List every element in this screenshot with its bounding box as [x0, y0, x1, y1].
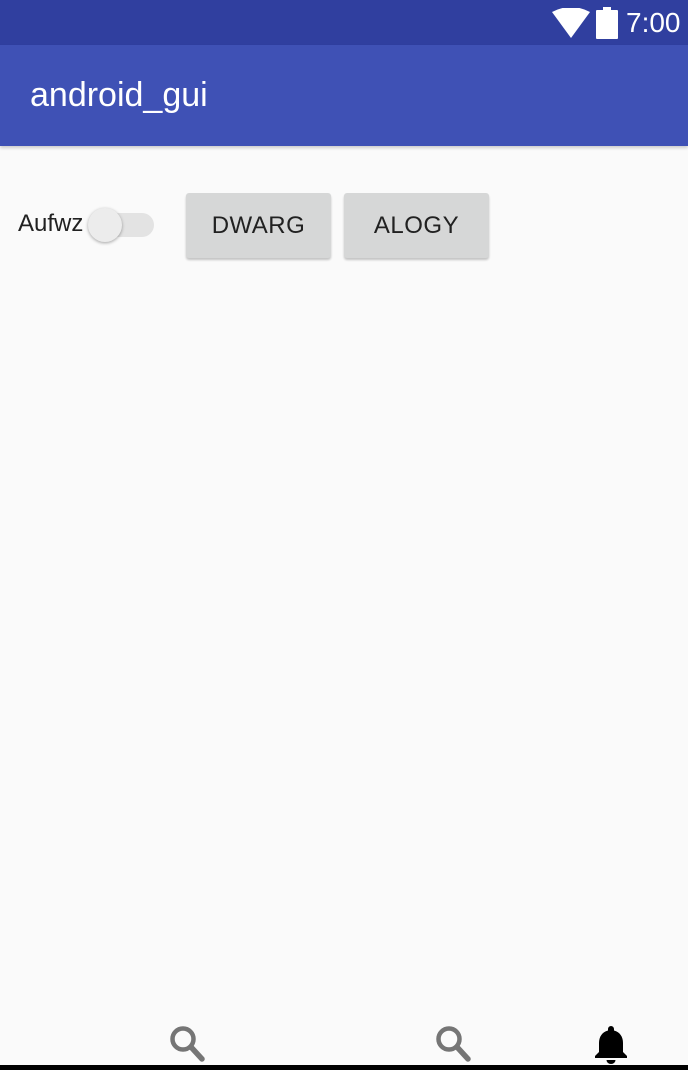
- status-time: 7:00: [626, 7, 681, 38]
- status-bar: 7:00: [0, 0, 688, 45]
- bottom-navigation: [0, 1020, 688, 1065]
- toggle-switch[interactable]: [88, 208, 154, 242]
- bell-icon[interactable]: [592, 1024, 630, 1064]
- search-icon[interactable]: [434, 1024, 472, 1064]
- screen-bottom-edge: [0, 1065, 688, 1070]
- app-bar: android_gui: [0, 45, 688, 146]
- battery-icon: [596, 7, 618, 39]
- app-title: android_gui: [30, 76, 208, 114]
- search-icon[interactable]: [168, 1024, 206, 1064]
- switch-label: Aufwz: [18, 210, 84, 237]
- wifi-icon: [552, 8, 590, 38]
- alogy-button[interactable]: ALOGY: [344, 193, 489, 258]
- switch-thumb: [88, 208, 122, 242]
- dwarg-button[interactable]: DWARG: [186, 193, 331, 258]
